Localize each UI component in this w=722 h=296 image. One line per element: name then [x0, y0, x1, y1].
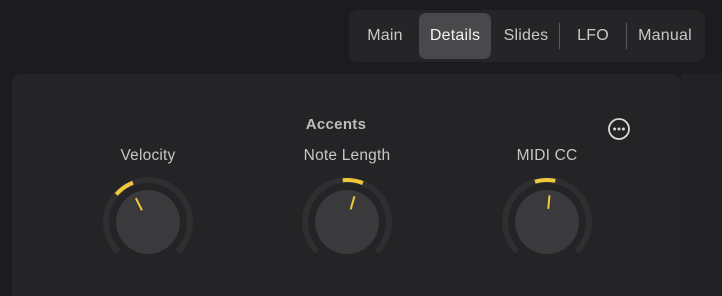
section-title-accents: Accents [305, 116, 367, 133]
panel-edge [681, 74, 722, 296]
knob-pointer [547, 195, 551, 210]
note-length-label: Note Length [303, 147, 391, 164]
tab-bar: Main Details Slides LFO Manual [349, 10, 705, 62]
tab-slides[interactable]: Slides [495, 13, 557, 59]
midi-cc-knob[interactable] [499, 174, 595, 270]
tab-divider [626, 23, 627, 49]
note-length-knob[interactable] [299, 174, 395, 270]
knob-value-arc [534, 178, 556, 184]
velocity-label: Velocity [120, 147, 176, 164]
knob-body [315, 190, 379, 254]
velocity-knob[interactable] [100, 174, 196, 270]
tab-manual[interactable]: Manual [629, 13, 701, 59]
knob-body [515, 190, 579, 254]
details-view: Main Details Slides LFO Manual Accents V… [0, 0, 722, 296]
tab-main[interactable]: Main [353, 13, 417, 59]
knob-body [116, 190, 180, 254]
ellipsis-circle-icon[interactable] [608, 118, 630, 140]
tab-details[interactable]: Details [419, 13, 491, 59]
tab-lfo[interactable]: LFO [561, 13, 625, 59]
tab-divider [559, 23, 560, 49]
midi-cc-label: MIDI CC [516, 147, 578, 164]
